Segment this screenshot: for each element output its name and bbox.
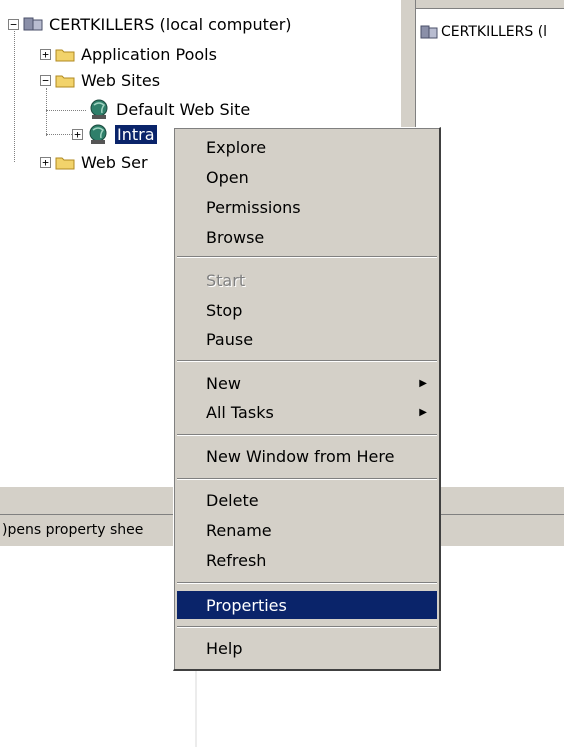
- menu-item-help[interactable]: Help: [177, 634, 437, 662]
- details-item[interactable]: CERTKILLERS (l: [420, 22, 547, 42]
- submenu-arrow-icon: ▶: [419, 406, 427, 418]
- menu-separator: [177, 360, 437, 362]
- tree-item-default-web-site[interactable]: Default Web Site: [88, 97, 250, 121]
- collapse-toggle[interactable]: −: [40, 74, 51, 86]
- menu-item-label: Open: [206, 167, 249, 187]
- folder-icon: [55, 49, 75, 61]
- tree-connector: [46, 110, 86, 111]
- tree-item-label: Application Pools: [81, 44, 217, 64]
- menu-item-stop[interactable]: Stop: [177, 296, 437, 324]
- expand-toggle[interactable]: +: [40, 48, 51, 60]
- menu-item-label: New Window from Here: [206, 446, 395, 466]
- menu-item-label: Start: [206, 270, 246, 290]
- tree-item-web-service-extensions[interactable]: + Web Ser: [40, 150, 148, 174]
- menu-item-open[interactable]: Open: [177, 163, 437, 191]
- tree-item-web-sites[interactable]: − Web Sites: [40, 68, 160, 92]
- menu-item-label: Permissions: [206, 197, 301, 217]
- submenu-arrow-icon: ▶: [419, 377, 427, 389]
- server-computer-icon: [23, 17, 43, 30]
- context-menu: Explore Open Permissions Browse Start St…: [173, 127, 441, 671]
- menu-item-all-tasks[interactable]: All Tasks ▶: [177, 398, 437, 426]
- tree-item-label: Web Ser: [81, 152, 148, 172]
- menu-item-permissions[interactable]: Permissions: [177, 193, 437, 221]
- menu-separator: [177, 434, 437, 436]
- tree-connector: [14, 22, 15, 162]
- menu-item-label: Delete: [206, 490, 259, 510]
- menu-item-delete[interactable]: Delete: [177, 486, 437, 514]
- status-text: )pens property shee: [2, 522, 144, 538]
- menu-item-label: Stop: [206, 300, 243, 320]
- menu-item-label: Help: [206, 638, 243, 658]
- menu-item-browse[interactable]: Browse: [177, 223, 437, 251]
- tree-item-intra[interactable]: + Intra: [72, 122, 157, 146]
- details-item-label: CERTKILLERS (l: [441, 24, 548, 40]
- folder-icon: [55, 157, 75, 169]
- menu-item-label: New: [206, 373, 241, 393]
- expand-toggle[interactable]: +: [40, 156, 51, 168]
- server-computer-icon: [420, 25, 438, 39]
- menu-separator: [177, 582, 437, 584]
- menu-item-start[interactable]: Start: [177, 266, 437, 294]
- menu-separator: [177, 626, 437, 628]
- tree-item-label: Web Sites: [81, 70, 161, 90]
- menu-separator: [177, 256, 437, 258]
- menu-separator: [177, 478, 437, 480]
- menu-item-label: Browse: [206, 227, 265, 247]
- collapse-toggle[interactable]: −: [8, 18, 19, 30]
- web-site-globe-icon: [89, 124, 107, 144]
- menu-item-new[interactable]: New ▶: [177, 369, 437, 397]
- web-site-globe-icon: [90, 99, 108, 119]
- tree-root-label: CERTKILLERS (local computer): [49, 14, 292, 34]
- tree-connector: [46, 88, 47, 136]
- menu-item-label: Properties: [206, 595, 287, 615]
- menu-item-explore[interactable]: Explore: [177, 133, 437, 161]
- tree-item-label: Default Web Site: [116, 99, 251, 119]
- menu-item-label: Pause: [206, 329, 254, 349]
- menu-item-label: All Tasks: [206, 402, 274, 422]
- tree-root[interactable]: − CERTKILLERS (local computer): [8, 12, 292, 36]
- menu-item-pause[interactable]: Pause: [177, 325, 437, 353]
- menu-item-properties[interactable]: Properties: [177, 591, 437, 619]
- expand-toggle[interactable]: +: [72, 128, 83, 140]
- folder-icon: [55, 75, 75, 87]
- menu-item-refresh[interactable]: Refresh: [177, 546, 437, 574]
- menu-item-label: Rename: [206, 520, 272, 540]
- menu-item-new-window-from-here[interactable]: New Window from Here: [177, 442, 437, 470]
- column-header[interactable]: [416, 0, 564, 9]
- menu-item-label: Explore: [206, 137, 267, 157]
- menu-item-rename[interactable]: Rename: [177, 516, 437, 544]
- menu-item-label: Refresh: [206, 550, 267, 570]
- tree-item-application-pools[interactable]: + Application Pools: [40, 42, 217, 66]
- tree-item-label-selected: Intra: [115, 124, 157, 144]
